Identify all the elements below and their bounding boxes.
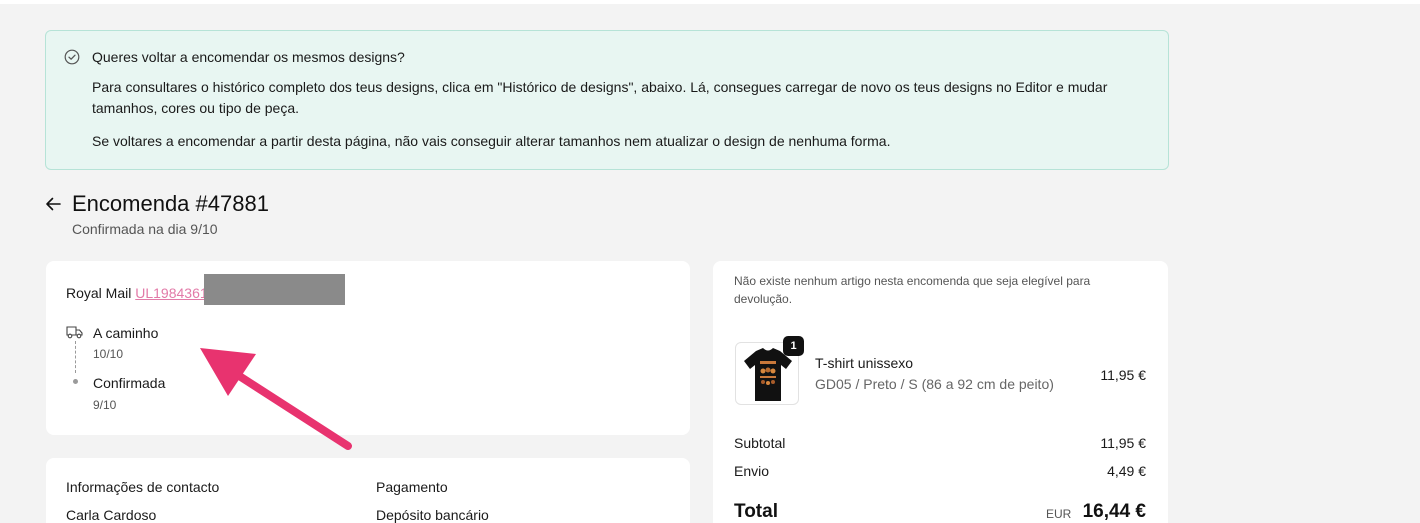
event-status-in-transit: A caminho: [93, 325, 159, 341]
redacted-block: [204, 274, 345, 305]
top-strip: [0, 0, 1420, 4]
dot-icon: [73, 379, 78, 384]
event-date-confirmed: 9/10: [93, 398, 117, 412]
quantity-badge: 1: [783, 336, 804, 356]
payment-method: Depósito bancário: [376, 507, 489, 523]
timeline-connector: [75, 341, 76, 373]
tracking-number-link[interactable]: UL1984361: [135, 285, 207, 301]
notice-paragraph-1: Para consultares o histórico completo do…: [92, 79, 1108, 116]
tracking-card: Royal Mail UL1984361 A caminho 10/10 Con…: [46, 261, 690, 435]
page-title: Encomenda #47881: [72, 191, 269, 216]
check-circle-icon: [64, 49, 80, 65]
event-status-confirmed: Confirmada: [93, 375, 166, 391]
shipping-label: Envio: [734, 463, 770, 479]
return-note: Não existe nenhum artigo nesta encomenda…: [734, 274, 1091, 306]
notice-paragraph-2: Se voltares a encomendar a partir desta …: [92, 133, 891, 149]
contact-name: Carla Cardoso: [66, 507, 157, 523]
shipping-value: 4,49 €: [1107, 463, 1146, 479]
carrier-line: Royal Mail UL1984361: [66, 285, 208, 301]
contact-card: Informações de contacto Carla Cardoso Pa…: [46, 458, 690, 523]
subtotal-value: 11,95 €: [1100, 435, 1146, 451]
product-price: 11,95 €: [1100, 367, 1146, 383]
event-date-in-transit: 10/10: [93, 347, 124, 361]
product-name: T-shirt unissexo: [815, 355, 914, 371]
carrier-name: Royal Mail: [66, 285, 132, 301]
notice-title: Queres voltar a encomendar os mesmos des…: [92, 49, 405, 65]
reorder-notice: Queres voltar a encomendar os mesmos des…: [45, 30, 1169, 170]
contact-label: Informações de contacto: [66, 479, 220, 495]
payment-label: Pagamento: [376, 479, 448, 495]
order-summary-card: Não existe nenhum artigo nesta encomenda…: [713, 261, 1168, 523]
arrow-left-icon[interactable]: [44, 195, 62, 213]
order-confirmed-date: Confirmada na dia 9/10: [72, 221, 218, 237]
subtotal-label: Subtotal: [734, 435, 786, 451]
total-currency: EUR: [1046, 507, 1072, 521]
total-label: Total: [734, 501, 778, 522]
product-variant: GD05 / Preto / S (86 a 92 cm de peito): [815, 376, 1054, 392]
truck-icon: [66, 326, 83, 339]
total-value: 16,44 €: [1082, 501, 1146, 522]
